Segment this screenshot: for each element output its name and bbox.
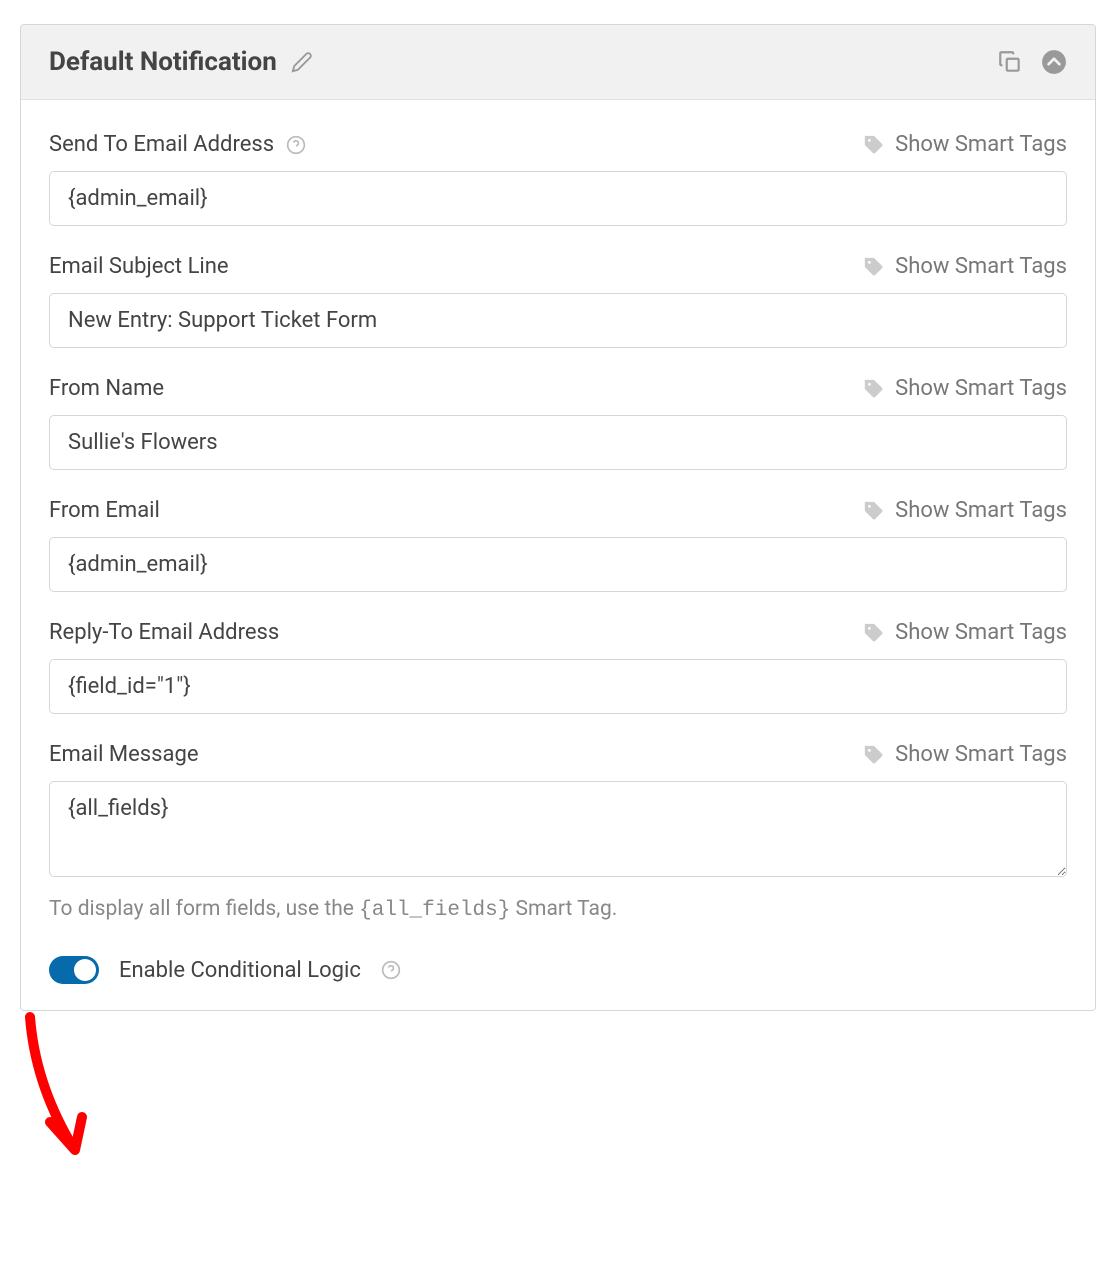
smart-tags-label: Show Smart Tags <box>895 742 1067 767</box>
field-subject: Email Subject Line Show Smart Tags <box>49 254 1067 348</box>
field-label-wrap: Reply-To Email Address <box>49 620 279 645</box>
field-reply-to: Reply-To Email Address Show Smart Tags <box>49 620 1067 714</box>
from-email-input[interactable] <box>49 537 1067 592</box>
hint-prefix: To display all form fields, use the <box>49 897 359 921</box>
panel-title-wrap: Default Notification <box>49 47 313 77</box>
field-from-email: From Email Show Smart Tags <box>49 498 1067 592</box>
field-label-wrap: Email Message <box>49 742 199 767</box>
panel-body: Send To Email Address <box>21 100 1095 1010</box>
show-smart-tags-button[interactable]: Show Smart Tags <box>863 620 1067 645</box>
field-label-wrap: Send To Email Address <box>49 132 306 157</box>
conditional-logic-row: Enable Conditional Logic <box>49 956 1067 984</box>
show-smart-tags-button[interactable]: Show Smart Tags <box>863 132 1067 157</box>
from-name-label: From Name <box>49 376 164 401</box>
subject-label: Email Subject Line <box>49 254 229 279</box>
field-header: Email Message Show Smart Tags <box>49 742 1067 767</box>
send-to-label: Send To Email Address <box>49 132 274 157</box>
field-header: Send To Email Address <box>49 132 1067 157</box>
field-send-to: Send To Email Address <box>49 132 1067 226</box>
panel-header: Default Notification <box>21 25 1095 100</box>
tag-icon <box>863 134 885 156</box>
show-smart-tags-button[interactable]: Show Smart Tags <box>863 376 1067 401</box>
field-from-name: From Name Show Smart Tags <box>49 376 1067 470</box>
conditional-logic-toggle[interactable] <box>49 956 99 984</box>
field-label-wrap: From Email <box>49 498 160 523</box>
tag-icon <box>863 500 885 522</box>
message-textarea[interactable] <box>49 781 1067 877</box>
field-header: Email Subject Line Show Smart Tags <box>49 254 1067 279</box>
panel-title: Default Notification <box>49 47 277 77</box>
field-header: From Email Show Smart Tags <box>49 498 1067 523</box>
conditional-logic-label: Enable Conditional Logic <box>119 958 361 983</box>
reply-to-input[interactable] <box>49 659 1067 714</box>
field-message: Email Message Show Smart Tags To display… <box>49 742 1067 922</box>
smart-tags-label: Show Smart Tags <box>895 620 1067 645</box>
smart-tags-label: Show Smart Tags <box>895 254 1067 279</box>
smart-tags-label: Show Smart Tags <box>895 376 1067 401</box>
from-name-input[interactable] <box>49 415 1067 470</box>
message-label: Email Message <box>49 742 199 767</box>
tag-icon <box>863 378 885 400</box>
collapse-icon[interactable] <box>1041 49 1067 75</box>
subject-input[interactable] <box>49 293 1067 348</box>
field-header: Reply-To Email Address Show Smart Tags <box>49 620 1067 645</box>
tag-icon <box>863 256 885 278</box>
message-hint: To display all form fields, use the {all… <box>49 897 1067 922</box>
field-header: From Name Show Smart Tags <box>49 376 1067 401</box>
duplicate-icon[interactable] <box>997 49 1023 75</box>
edit-title-icon[interactable] <box>291 51 313 73</box>
toggle-knob <box>74 959 96 981</box>
help-icon[interactable] <box>381 960 401 980</box>
annotation-arrow <box>10 1012 110 1172</box>
hint-code: {all_fields} <box>359 899 510 922</box>
help-icon[interactable] <box>286 135 306 155</box>
notification-panel: Default Notification <box>20 24 1096 1011</box>
header-actions <box>997 49 1067 75</box>
tag-icon <box>863 622 885 644</box>
hint-suffix: Smart Tag. <box>510 897 617 921</box>
from-email-label: From Email <box>49 498 160 523</box>
show-smart-tags-button[interactable]: Show Smart Tags <box>863 254 1067 279</box>
tag-icon <box>863 744 885 766</box>
show-smart-tags-button[interactable]: Show Smart Tags <box>863 498 1067 523</box>
send-to-input[interactable] <box>49 171 1067 226</box>
field-label-wrap: From Name <box>49 376 164 401</box>
reply-to-label: Reply-To Email Address <box>49 620 279 645</box>
field-label-wrap: Email Subject Line <box>49 254 229 279</box>
smart-tags-label: Show Smart Tags <box>895 498 1067 523</box>
smart-tags-label: Show Smart Tags <box>895 132 1067 157</box>
show-smart-tags-button[interactable]: Show Smart Tags <box>863 742 1067 767</box>
